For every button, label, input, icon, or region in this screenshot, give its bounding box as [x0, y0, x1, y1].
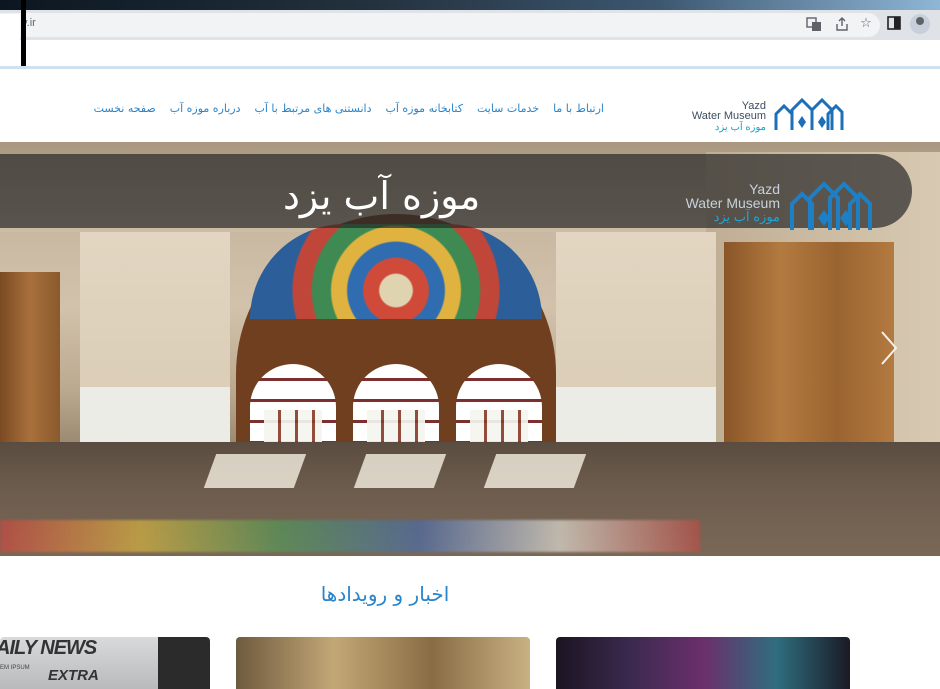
hero-logo-en-line1: Yazd — [749, 181, 780, 197]
logo-en-line2: Water Museum — [691, 110, 766, 122]
site-logo[interactable]: Yazd Water Museum موزه آب یزد — [664, 96, 844, 133]
main-nav: صفحه نخست درباره موزه آب دانستنی های مرت… — [94, 102, 604, 115]
card-daily-news-text: AILY NEWS — [0, 637, 97, 659]
card-extra-text: EXTRA — [48, 667, 99, 684]
nav-contact[interactable]: ارتباط با ما — [553, 102, 604, 115]
share-icon[interactable] — [834, 16, 850, 32]
news-section-heading: اخبار و رویدادها — [320, 582, 450, 606]
hero-logo: Yazd Water Museum موزه آب یزد — [664, 170, 874, 236]
sidebar-icon[interactable] — [886, 16, 902, 32]
nav-services[interactable]: خدمات سایت — [477, 102, 539, 115]
slider-next-chevron-icon[interactable] — [878, 328, 900, 368]
nav-water-facts[interactable]: دانستنی های مرتبط با آب — [255, 102, 372, 115]
hero-title: موزه آب یزد — [283, 174, 481, 218]
nav-home[interactable]: صفحه نخست — [94, 102, 156, 115]
profile-icon[interactable] — [910, 14, 930, 34]
hero-logo-fa: موزه آب یزد — [713, 209, 780, 224]
address-bar[interactable]: y.ir — [0, 13, 880, 37]
star-icon[interactable]: ☆ — [858, 16, 874, 32]
site-header: Yazd Water Museum موزه آب یزد صفحه نخست … — [0, 66, 940, 142]
hero-slider[interactable]: موزه آب یزد Yazd Water Museum موزه آب یز… — [0, 142, 940, 556]
museum-logo-icon — [774, 97, 844, 130]
nav-about[interactable]: درباره موزه آب — [170, 102, 241, 115]
news-card[interactable]: AILY NEWS EM IPSUM EXTRA — [0, 637, 210, 689]
translate-icon[interactable] — [806, 16, 822, 32]
card-lorem-text: EM IPSUM — [0, 665, 30, 671]
museum-logo-icon — [790, 181, 872, 230]
news-card[interactable] — [236, 637, 530, 689]
nav-library[interactable]: کتابخانه موزه آب — [386, 102, 463, 115]
logo-fa: موزه آب یزد — [714, 122, 766, 133]
news-card[interactable] — [556, 637, 850, 689]
hero-title-band: موزه آب یزد Yazd Water Museum موزه آب یز… — [0, 154, 912, 230]
hero-logo-en-line2: Water Museum — [685, 195, 780, 211]
